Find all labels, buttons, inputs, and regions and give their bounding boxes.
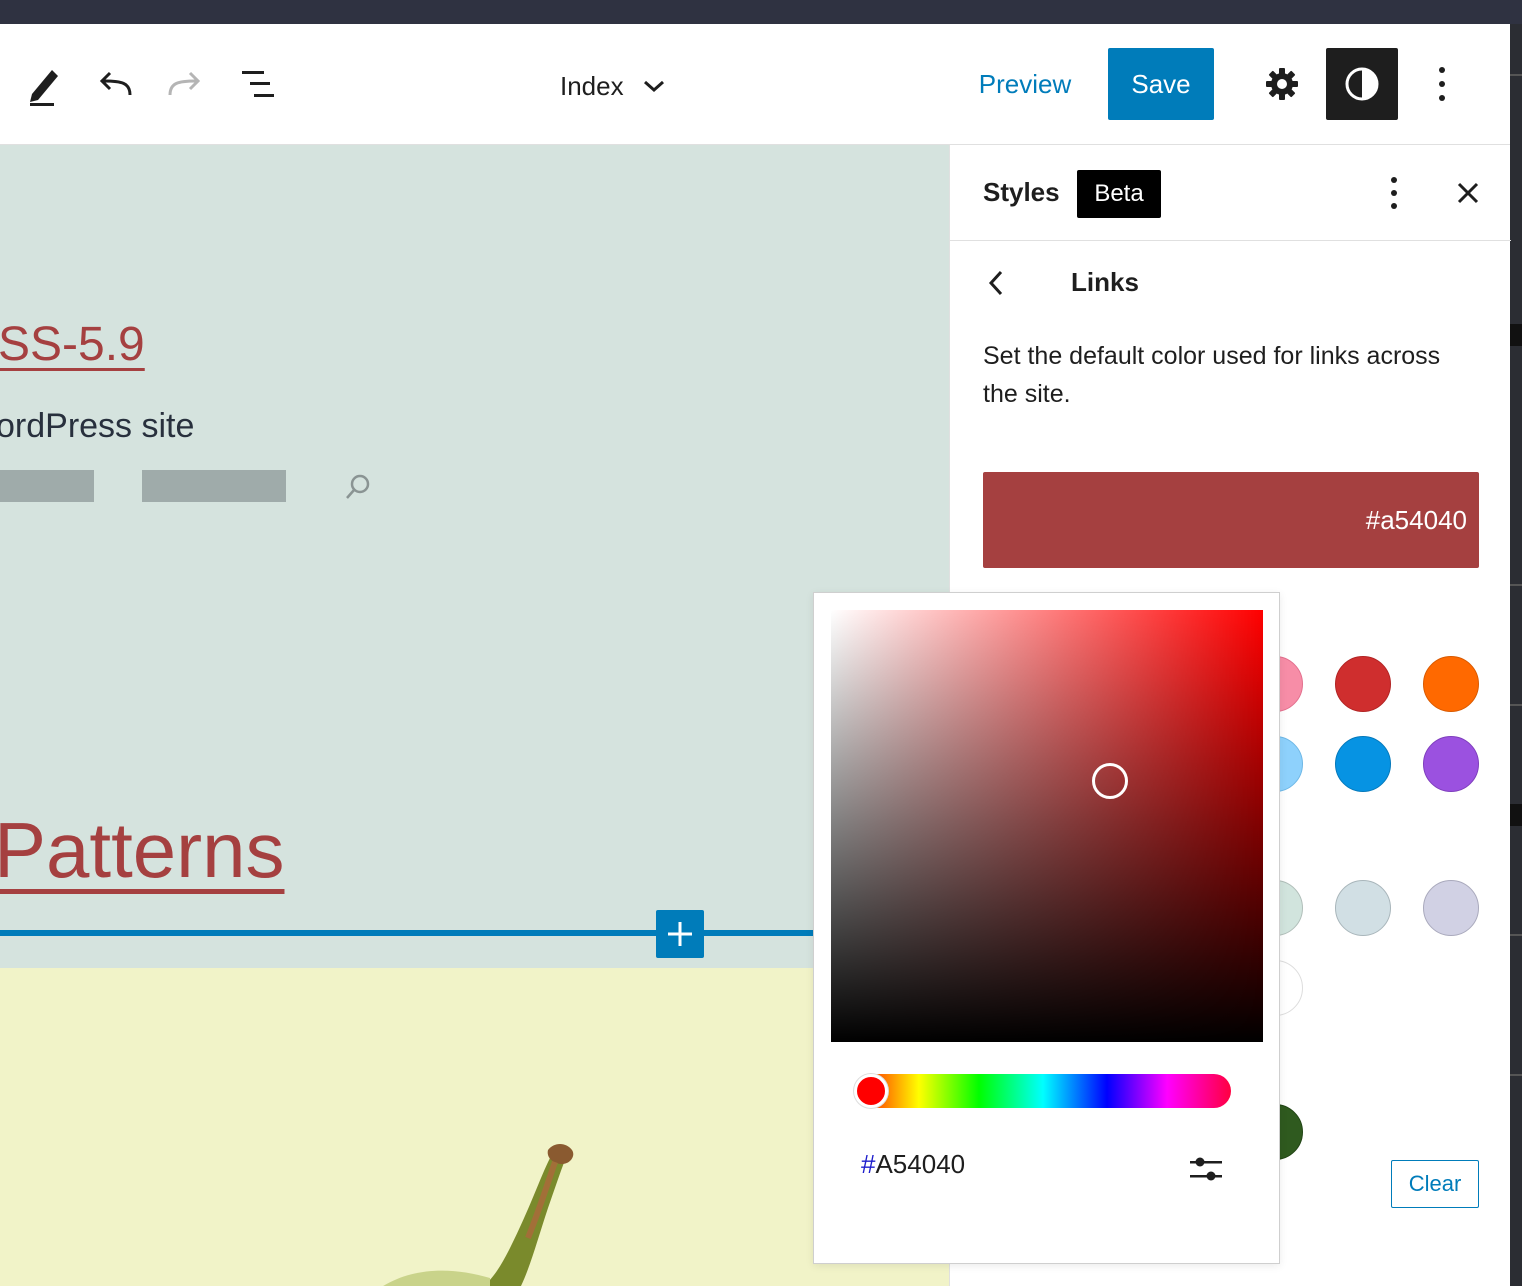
close-icon	[1457, 182, 1479, 204]
link-color-swatch[interactable]: #a54040	[983, 472, 1479, 568]
list-view-icon	[242, 71, 274, 97]
hue-slider[interactable]	[855, 1074, 1231, 1108]
panel-title: Links	[1071, 267, 1139, 297]
redo-button[interactable]	[160, 58, 212, 110]
chevron-down-icon	[643, 80, 664, 93]
redo-icon	[168, 71, 201, 96]
close-sidebar-button[interactable]	[1446, 171, 1490, 215]
half-circle-contrast-icon	[1345, 67, 1379, 101]
save-button[interactable]: Save	[1108, 48, 1214, 120]
palette-swatch-vivid-purple[interactable]	[1423, 736, 1479, 792]
site-tagline[interactable]: ordPress site	[0, 407, 194, 446]
edit-mode-button[interactable]	[16, 58, 68, 110]
block-inserter-button[interactable]	[656, 910, 704, 958]
window-edge	[1510, 24, 1522, 1286]
styles-toggle-button[interactable]	[1326, 48, 1398, 120]
palette-swatch-vivid-cyan-blue[interactable]	[1335, 736, 1391, 792]
chevron-left-icon	[988, 270, 1003, 296]
plus-icon	[668, 922, 692, 946]
pencil-icon	[30, 70, 58, 106]
settings-button[interactable]	[1254, 48, 1310, 120]
palette-swatch-vivid-orange[interactable]	[1423, 656, 1479, 712]
sidebar-title: Styles	[983, 177, 1060, 207]
palette-swatch-purple[interactable]	[1423, 880, 1479, 936]
saturation-brightness-area[interactable]	[831, 610, 1263, 1042]
hue-slider-handle[interactable]	[854, 1074, 888, 1108]
undo-button[interactable]	[88, 58, 140, 110]
styles-more-button[interactable]	[1374, 171, 1414, 215]
block-insertion-point	[0, 930, 830, 936]
color-picker-popover: #A54040	[813, 592, 1280, 1264]
hex-color-input[interactable]: #A54040	[861, 1149, 965, 1180]
palette-swatch-blue[interactable]	[1335, 880, 1391, 936]
patterns-heading[interactable]: Patterns	[0, 805, 284, 896]
options-menu-button[interactable]	[1418, 48, 1466, 120]
cover-block[interactable]	[0, 968, 949, 1286]
list-view-button[interactable]	[232, 58, 284, 110]
sliders-icon	[1190, 1157, 1222, 1181]
pear-illustration	[383, 1144, 574, 1286]
beta-badge: Beta	[1077, 170, 1161, 218]
link-color-value: #a54040	[1365, 504, 1467, 535]
search-icon[interactable]	[340, 469, 376, 505]
gear-icon	[1266, 68, 1298, 100]
site-title[interactable]: SS-5.9	[0, 317, 145, 372]
sidebar-header: Styles Beta	[950, 145, 1511, 241]
color-format-toggle-button[interactable]	[1186, 1149, 1226, 1189]
os-menu-strip	[0, 0, 1522, 24]
vertical-ellipsis-icon	[1391, 177, 1397, 209]
panel-description: Set the default color used for links acr…	[983, 342, 1441, 408]
palette-swatch-vivid-red[interactable]	[1335, 656, 1391, 712]
editor-canvas[interactable]: SS-5.9 ordPress site Patterns	[0, 145, 949, 1286]
template-selector[interactable]: Index	[560, 66, 666, 106]
saturation-handle[interactable]	[1092, 763, 1128, 799]
undo-icon	[99, 71, 132, 96]
hex-value: A54040	[875, 1149, 966, 1179]
back-button[interactable]	[978, 261, 1014, 305]
editor-header: Index Preview Save	[0, 24, 1510, 145]
template-title: Index	[560, 70, 624, 101]
navigation-item-placeholder[interactable]	[0, 470, 94, 502]
hex-prefix: #	[861, 1149, 876, 1179]
navigation-item-placeholder[interactable]	[142, 470, 286, 502]
preview-button[interactable]: Preview	[960, 48, 1090, 120]
clear-button[interactable]: Clear	[1391, 1160, 1479, 1208]
vertical-ellipsis-icon	[1439, 67, 1445, 101]
